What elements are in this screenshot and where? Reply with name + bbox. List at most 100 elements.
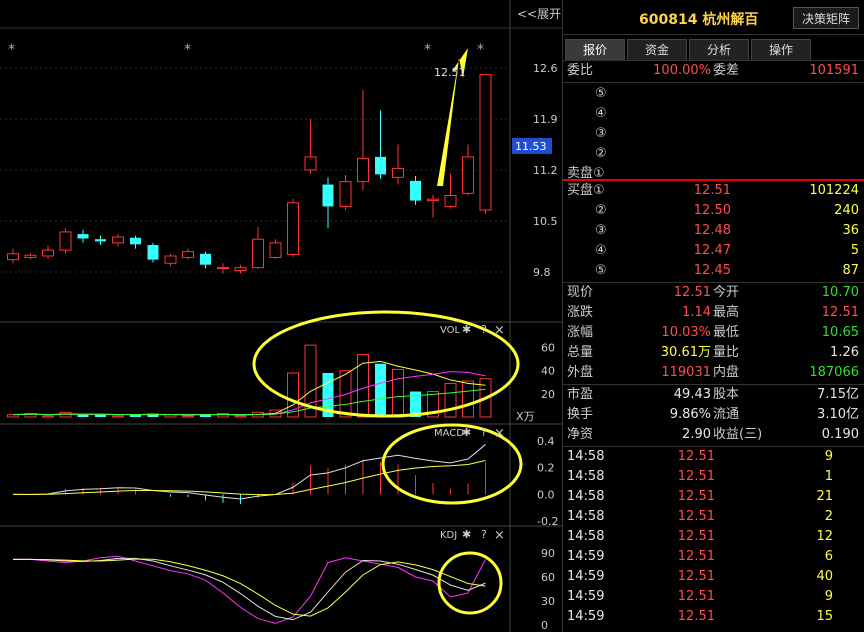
quote-value-2: 12.51 — [821, 305, 859, 320]
sell-level-label: ② — [595, 146, 607, 161]
vol-tick-label: 60 — [541, 341, 555, 354]
sell-level-label: ③ — [595, 126, 607, 141]
tick-time: 14:59 — [567, 609, 605, 624]
buy-level-price: 12.51 — [693, 183, 731, 198]
strategy-matrix-button[interactable]: 决策矩阵 — [793, 7, 859, 29]
vol-unit-label: X万 — [516, 410, 535, 423]
volume-panel[interactable] — [7, 344, 492, 418]
macd-tick-label: -0.2 — [537, 515, 558, 528]
kdj-help-icon[interactable]: ? — [481, 528, 487, 541]
price-tick-label: 11.9 — [533, 113, 558, 126]
tick-time: 14:59 — [567, 569, 605, 584]
price-tick-label: 11.2 — [533, 164, 558, 177]
finance-value-2: 7.15亿 — [817, 387, 859, 402]
finance-label-2: 流通 — [713, 407, 740, 422]
quote-value: 12.51 — [673, 285, 711, 300]
tab-analysis[interactable]: 分析 — [689, 39, 749, 60]
tick-volume: 9 — [824, 449, 833, 464]
sell-level-row: ⑤ — [563, 84, 864, 104]
vol-help-icon[interactable]: ? — [481, 323, 487, 336]
quote-label-2: 今开 — [713, 285, 740, 300]
tick-time: 14:59 — [567, 549, 605, 564]
finance-value: 49.43 — [673, 387, 711, 402]
macd-tick-label: 0.2 — [537, 462, 555, 475]
macd-settings-gear-icon[interactable]: ✱ — [462, 426, 471, 439]
quote-row: 涨幅 10.03% 最低 10.65 — [563, 323, 864, 343]
price-tick-label: 12.6 — [533, 62, 558, 75]
order-diff-value: 101591 — [809, 63, 859, 78]
tick-price: 12.51 — [677, 489, 715, 504]
candlestick — [130, 235, 141, 249]
tick-row: 14:58 12.51 12 — [563, 527, 864, 547]
volume-bar — [77, 414, 89, 417]
buy-level-row: 买盘① 12.51 101224 — [563, 181, 864, 201]
buy-level-label: 买盘① — [567, 183, 605, 198]
volume-bar — [392, 368, 404, 418]
tick-price: 12.51 — [677, 509, 715, 524]
buy-level-label: ⑤ — [595, 263, 607, 278]
vol-indicator-title: VOL — [440, 325, 461, 336]
candlestick — [252, 226, 264, 270]
macd-tick-label: 0.0 — [537, 488, 555, 501]
kdj-tick-label: 90 — [541, 547, 555, 560]
macd-tick-label: 0.4 — [537, 435, 555, 448]
candlestick — [410, 175, 421, 205]
quote-value-2: 10.65 — [821, 325, 859, 340]
tick-volume: 21 — [816, 489, 833, 504]
quote-value-2: 1.26 — [830, 345, 859, 360]
macd-close-icon[interactable]: × — [494, 426, 505, 441]
quote-label: 涨幅 — [567, 325, 594, 340]
kline-chart-area[interactable]: <<展开 * * * * 12.6 11.9 11.53 11.2 10.5 9.8 12.51 VOL… — [0, 0, 562, 632]
quote-panel: 600814 杭州解百 决策矩阵 报价 资金 分析 操作 委比 100.00% 委差 … — [562, 0, 864, 632]
buy-level-volume: 36 — [842, 223, 859, 238]
candlestick — [7, 248, 19, 264]
tab-funds[interactable]: 资金 — [627, 39, 687, 60]
quote-row: 总量 30.61万 量比 1.26 — [563, 343, 864, 363]
candlestick — [462, 144, 474, 196]
volume-bar — [112, 415, 124, 418]
candlestick — [24, 253, 37, 260]
candlestick — [200, 251, 211, 269]
quote-label: 总量 — [567, 345, 594, 360]
quote-value-2: 10.70 — [821, 285, 859, 300]
finance-value-2: 0.190 — [821, 427, 859, 442]
macd-indicator-title: MACD — [434, 428, 464, 439]
tick-time: 14:58 — [567, 489, 605, 504]
kdj-tick-label: 60 — [541, 571, 555, 584]
quote-label-2: 最高 — [713, 305, 740, 320]
kdj-close-icon[interactable]: × — [494, 528, 505, 543]
candlestick — [42, 245, 54, 259]
price-panel[interactable] — [7, 74, 492, 274]
vol-tick-label: 40 — [541, 365, 555, 378]
sell-level-row: ③ — [563, 124, 864, 144]
tab-quote[interactable]: 报价 — [565, 39, 625, 60]
quote-label-2: 内盘 — [713, 365, 740, 380]
tick-volume: 40 — [816, 569, 833, 584]
buy-level-volume: 5 — [850, 243, 859, 258]
vol-settings-gear-icon[interactable]: ✱ — [462, 323, 471, 336]
tick-row: 14:58 12.51 1 — [563, 467, 864, 487]
quote-value: 1.14 — [682, 305, 711, 320]
candlestick — [357, 89, 369, 191]
finance-label-2: 股本 — [713, 387, 740, 402]
vol-close-icon[interactable]: × — [494, 323, 505, 338]
quote-row: 涨跌 1.14 最高 12.51 — [563, 303, 864, 323]
vol-tick-label: 20 — [541, 388, 555, 401]
buy-level-label: ③ — [595, 223, 607, 238]
tick-price: 12.51 — [677, 589, 715, 604]
price-tick-label: 10.5 — [533, 215, 558, 228]
macd-help-icon[interactable]: ? — [481, 426, 487, 439]
star-marker: * — [8, 42, 15, 58]
tick-row: 14:59 12.51 15 — [563, 607, 864, 627]
tab-operate[interactable]: 操作 — [751, 39, 811, 60]
expand-button[interactable]: <<展开 — [517, 7, 561, 21]
tick-time: 14:58 — [567, 529, 605, 544]
kdj-d-line — [13, 558, 486, 617]
candlestick — [269, 239, 282, 259]
kdj-panel[interactable] — [13, 555, 486, 624]
macd-panel[interactable] — [12, 444, 486, 504]
volume-bar — [462, 380, 474, 418]
kdj-j-line — [13, 555, 486, 624]
volume-bar — [182, 415, 194, 418]
kdj-settings-gear-icon[interactable]: ✱ — [462, 528, 471, 541]
